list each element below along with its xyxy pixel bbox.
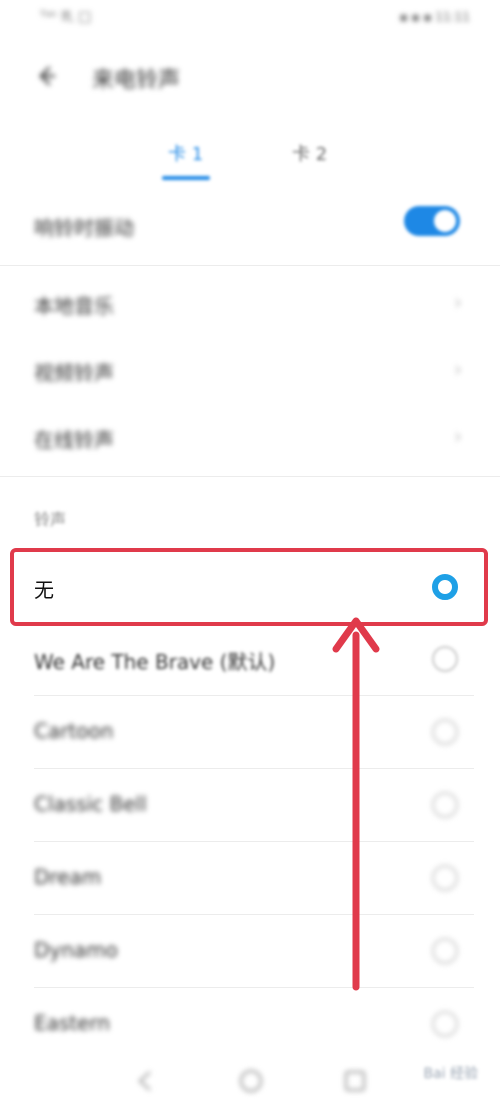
vibrate-label: 响铃时振动	[34, 216, 134, 240]
sim-tabs: 卡 1 卡 2	[0, 132, 500, 182]
list-divider	[34, 768, 474, 769]
radio-icon[interactable]	[432, 646, 458, 672]
status-bar: ᵀᵅⁿ ♏ □ ▪ ▪ ▪ 11:11	[0, 0, 500, 36]
ringtone-name: Cartoon	[34, 719, 114, 743]
tab-sim-1[interactable]: 卡 1	[168, 140, 203, 166]
annotation-arrow-icon	[332, 617, 380, 991]
radio-icon[interactable]	[432, 1011, 458, 1037]
chevron-right-icon: ›	[454, 357, 462, 381]
nav-home-icon[interactable]	[238, 1068, 264, 1094]
menu-row-label: 本地音乐	[34, 294, 114, 318]
section-divider	[0, 265, 500, 266]
chevron-right-icon: ›	[454, 290, 462, 314]
toggle-knob	[434, 210, 456, 232]
chevron-right-icon: ›	[454, 424, 462, 448]
ringtone-item[interactable]: We Are The Brave (默认)	[0, 624, 500, 696]
back-arrow-icon[interactable]	[34, 64, 58, 88]
ringtone-name: Eastern	[34, 1011, 111, 1035]
section-divider	[0, 476, 500, 477]
radio-icon[interactable]	[432, 792, 458, 818]
tab-sim-2[interactable]: 卡 2	[292, 140, 327, 166]
menu-row-label: 在线铃声	[34, 428, 114, 452]
radio-icon[interactable]	[432, 938, 458, 964]
list-divider	[34, 987, 474, 988]
menu-row-local-music[interactable]: 本地音乐 ›	[0, 280, 500, 330]
highlight-box	[10, 548, 488, 626]
page-title: 来电铃声	[92, 68, 181, 93]
status-bar-signal: ᵀᵅⁿ ♏ □	[40, 9, 92, 25]
menu-row-label: 视频铃声	[34, 361, 114, 385]
menu-row-online-ringtone[interactable]: 在线铃声 ›	[0, 414, 500, 464]
ringtone-section-title: 铃声	[34, 510, 67, 529]
menu-row-video-ringtone[interactable]: 视频铃声 ›	[0, 347, 500, 397]
tab-indicator	[162, 176, 210, 180]
radio-icon[interactable]	[432, 865, 458, 891]
ringtone-name: We Are The Brave (默认)	[34, 650, 276, 674]
list-divider	[34, 841, 474, 842]
list-divider	[34, 695, 474, 696]
ringtone-item[interactable]: Classic Bell	[0, 770, 500, 842]
ringtone-name: Dynamo	[34, 938, 118, 962]
ringtone-item[interactable]: Dream	[0, 843, 500, 915]
ringtone-item[interactable]: Dynamo	[0, 916, 500, 988]
watermark: Bai 经验	[423, 1066, 478, 1082]
status-bar-battery-time: ▪ ▪ ▪ 11:11	[399, 10, 470, 24]
nav-recents-icon[interactable]	[342, 1068, 368, 1094]
ringtone-name: Classic Bell	[34, 792, 147, 816]
radio-icon[interactable]	[432, 719, 458, 745]
list-divider	[34, 914, 474, 915]
nav-back-icon[interactable]	[132, 1068, 158, 1094]
header: 来电铃声	[0, 50, 500, 106]
vibrate-toggle[interactable]	[404, 206, 460, 236]
ringtone-item[interactable]: Cartoon	[0, 697, 500, 769]
ringtone-name: Dream	[34, 865, 102, 889]
